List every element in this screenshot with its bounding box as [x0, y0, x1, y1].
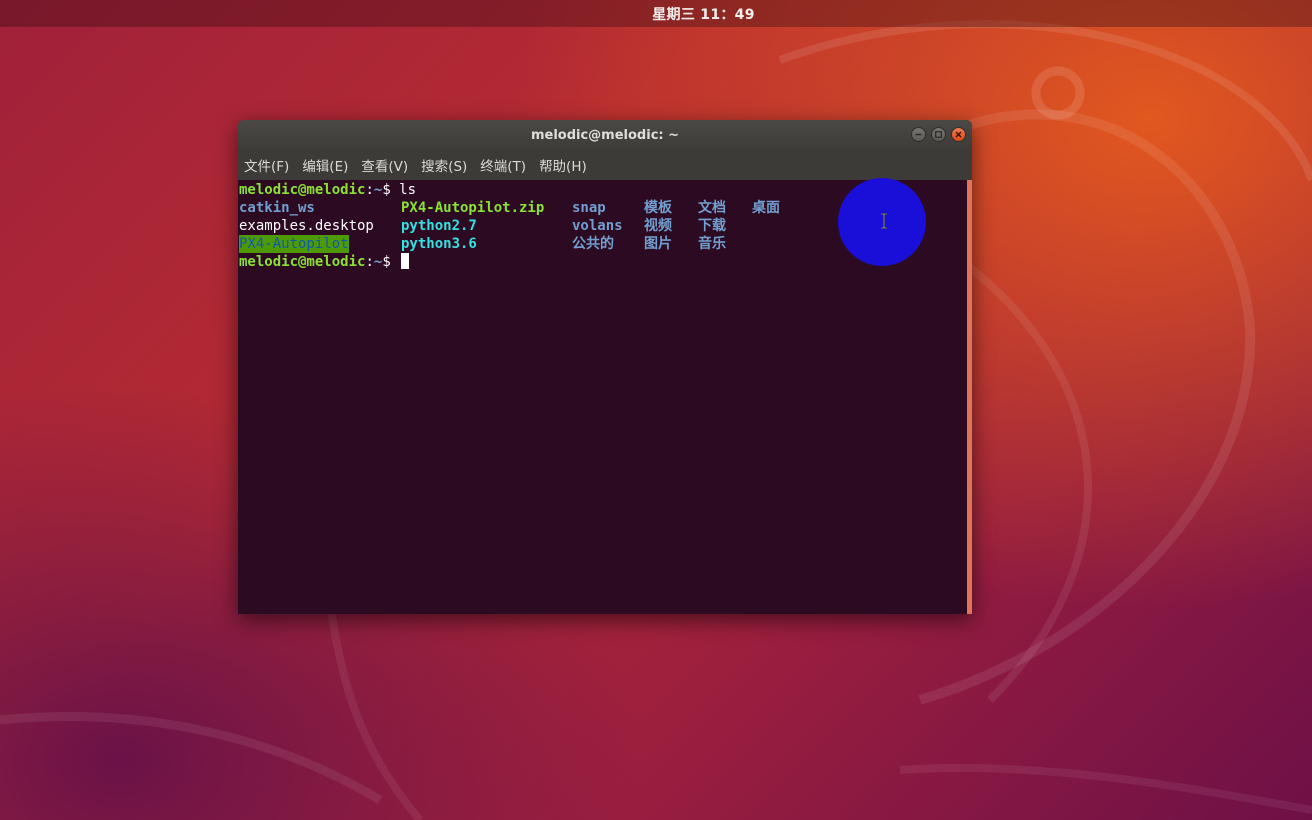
ls-entry-snap: snap	[572, 200, 606, 216]
text-cursor	[401, 253, 410, 269]
maximize-icon[interactable]	[931, 127, 946, 142]
window-titlebar[interactable]: melodic@melodic: ~	[238, 120, 972, 150]
ls-entry-downloads: 下载	[698, 218, 726, 234]
menu-edit[interactable]: 编辑(E)	[302, 155, 348, 175]
menu-bar: 文件(F) 编辑(E) 查看(V) 搜索(S) 终端(T) 帮助(H)	[238, 150, 972, 180]
ls-entry-volans: volans	[572, 218, 623, 234]
menu-search[interactable]: 搜索(S)	[421, 155, 467, 175]
ls-entry-px4-zip: PX4-Autopilot.zip	[401, 200, 545, 216]
ls-entry-music: 音乐	[698, 236, 726, 252]
terminal-scrollbar[interactable]	[967, 180, 972, 614]
ibeam-cursor-icon	[881, 213, 887, 229]
clock[interactable]: 星期三 11：49	[652, 4, 755, 24]
window-controls	[911, 127, 966, 142]
ls-entry-videos: 视频	[644, 218, 672, 234]
command-text: ls	[399, 182, 417, 198]
ls-entry-templates: 模板	[644, 200, 672, 216]
menu-help[interactable]: 帮助(H)	[539, 155, 587, 175]
ls-entry-px4-autopilot: PX4-Autopilot	[239, 235, 349, 253]
top-panel: 星期三 11：49	[0, 0, 1312, 27]
prompt-dollar: $	[382, 182, 400, 198]
prompt-separator: :	[365, 254, 374, 270]
menu-terminal[interactable]: 终端(T)	[480, 155, 526, 175]
menu-view[interactable]: 查看(V)	[361, 155, 408, 175]
prompt-separator: :	[365, 182, 374, 198]
ls-entry-python36: python3.6	[401, 236, 477, 252]
menu-file[interactable]: 文件(F)	[244, 155, 289, 175]
ls-entry-public: 公共的	[572, 236, 614, 252]
terminal-line-prompt: melodic@melodic:~$	[239, 253, 410, 271]
close-icon[interactable]	[951, 127, 966, 142]
ls-entry-catkin-ws: catkin_ws	[239, 200, 315, 216]
minimize-icon[interactable]	[911, 127, 926, 142]
ls-entry-python27: python2.7	[401, 218, 477, 234]
prompt-dollar: $	[382, 254, 400, 270]
ls-entry-documents: 文档	[698, 200, 726, 216]
ls-entry-pictures: 图片	[644, 236, 672, 252]
ls-entry-examples-desktop: examples.desktop	[239, 218, 374, 234]
terminal-line-command: melodic@melodic:~$ ls	[239, 181, 416, 199]
window-title: melodic@melodic: ~	[530, 127, 680, 143]
prompt-user-host: melodic@melodic	[239, 254, 366, 270]
prompt-user-host: melodic@melodic	[239, 182, 366, 198]
ls-entry-desktop: 桌面	[752, 200, 780, 216]
